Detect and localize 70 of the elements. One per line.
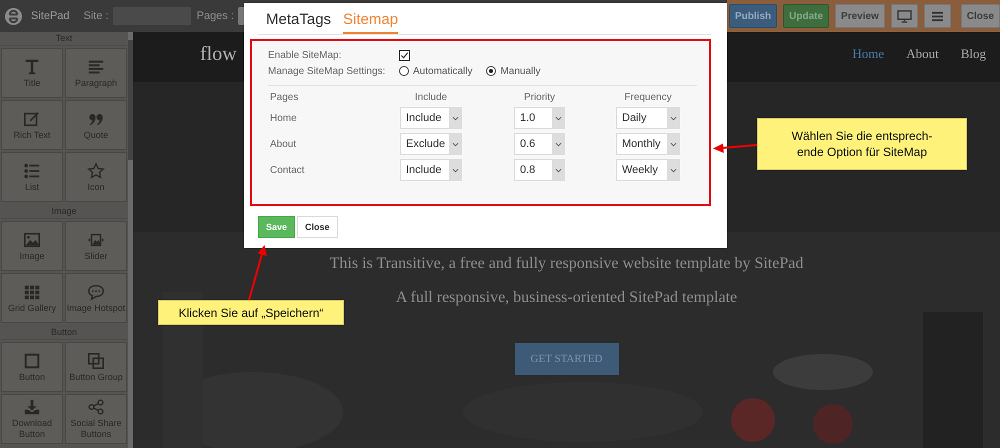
hero-subline: A full responsive, business-oriented SitePad template (396, 288, 738, 308)
menu-button[interactable] (924, 4, 951, 28)
star-widget-icon (87, 162, 105, 180)
toolbar-button[interactable]: Close (960, 4, 1000, 28)
hotspot-widget-icon (87, 282, 105, 300)
caret-icon (452, 116, 458, 120)
frequency-select[interactable]: Daily (616, 107, 680, 129)
monitor-icon (896, 10, 912, 22)
monitor-button[interactable] (890, 4, 918, 28)
site-logo: flow (200, 42, 237, 66)
nav-link[interactable]: Blog (960, 46, 986, 62)
caret-icon (452, 168, 458, 172)
arrow (248, 245, 267, 300)
pages-label: Pages : (196, 10, 234, 22)
caret-icon (670, 142, 676, 146)
page-name: Contact (269, 164, 306, 176)
toolbar-button[interactable]: Publish (729, 4, 778, 28)
include-select[interactable]: Exclude (400, 133, 462, 155)
frequency-select[interactable]: Monthly (616, 133, 680, 155)
priority-select[interactable]: 0.6 (514, 133, 565, 155)
buttongroup-widget-icon (87, 352, 105, 370)
download-widget-icon (23, 398, 41, 416)
app-name: SitePad (31, 10, 70, 22)
dialog-tab[interactable]: MetaTags (266, 11, 332, 34)
priority-select[interactable]: 0.8 (514, 159, 565, 181)
manage-label: Manage SiteMap Settings: (268, 66, 386, 76)
caret-icon (670, 116, 676, 120)
toolbar-button[interactable]: Update (783, 4, 830, 28)
column-header: Frequency (623, 92, 673, 103)
column-header: Pages (269, 92, 300, 103)
radio-option[interactable]: Automatically (399, 66, 472, 76)
frequency-select[interactable]: Weekly (616, 159, 680, 181)
arrow (713, 144, 758, 153)
site-label: Site : (84, 10, 109, 22)
list-widget-icon (23, 162, 41, 180)
dialog-tab[interactable]: Sitemap (343, 11, 398, 34)
button-widget-icon (23, 352, 41, 370)
caret-icon (554, 142, 562, 146)
enable-label: Enable SiteMap: (268, 50, 342, 60)
callout-note: Wählen Sie die entsprech- ende Option für SiteMap (757, 118, 967, 170)
caret-icon (554, 116, 562, 120)
caret-icon (670, 168, 676, 172)
paragraph-widget-icon (87, 58, 105, 76)
nav-link[interactable]: About (906, 46, 939, 62)
toolbar-button[interactable]: Preview (835, 4, 885, 28)
share-widget-icon (87, 398, 105, 416)
caret-icon (452, 142, 458, 146)
radio-option[interactable]: Manually (486, 66, 540, 76)
page-name: About (269, 138, 298, 150)
include-select[interactable]: Include (400, 107, 462, 129)
grid-widget-icon (23, 282, 41, 300)
column-header: Include (414, 92, 448, 103)
include-select[interactable]: Include (400, 159, 462, 181)
save-button[interactable]: Save (258, 216, 296, 238)
close-button[interactable]: Close (297, 216, 338, 238)
caret-icon (554, 168, 562, 172)
callout-note: Klicken Sie auf „Speichern“ (158, 300, 344, 325)
enable-checkbox[interactable] (399, 50, 410, 60)
nav-link[interactable]: Home (852, 46, 884, 62)
menu-icon (930, 10, 944, 22)
get-started-button[interactable]: GET STARTED (514, 343, 618, 375)
scrollbar[interactable] (128, 32, 133, 448)
richtext-widget-icon (23, 110, 41, 128)
image-widget-icon (23, 230, 41, 248)
page-name: Home (269, 112, 298, 124)
priority-select[interactable]: 1.0 (514, 107, 565, 129)
title-widget-icon (23, 58, 41, 76)
hero-headline: This is Transitive, a free and fully responsive website template by SitePad (330, 254, 804, 274)
column-header: Priority (522, 92, 556, 103)
logo-icon (4, 6, 23, 26)
